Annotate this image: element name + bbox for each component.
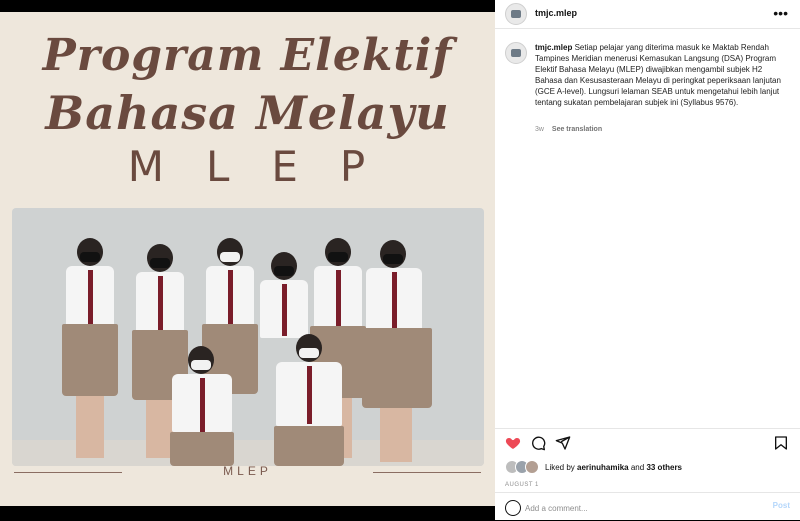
share-icon[interactable] — [554, 434, 572, 452]
post-media[interactable]: Program Elektif Bahasa Melayu MLEP MLEP — [0, 0, 495, 520]
likes-summary: Liked by aerinuhamika and 33 others — [505, 460, 682, 474]
heart-icon-svg — [505, 438, 521, 449]
caption-meta: 3w See translation — [535, 126, 602, 133]
avatar[interactable] — [505, 3, 527, 25]
emoji-icon[interactable] — [505, 500, 521, 516]
likes-text: Liked by aerinuhamika and 33 others — [545, 463, 682, 472]
likes-prefix: Liked by — [545, 462, 575, 472]
post-sidebar: tmjc.mlep ••• tmjc.mlep Setiap pelajar y… — [495, 0, 800, 520]
username[interactable]: tmjc.mlep — [535, 8, 577, 18]
poster-footer-text: MLEP — [223, 464, 272, 478]
avatar[interactable] — [505, 42, 527, 64]
poster-title-line2: Bahasa Melayu — [45, 86, 450, 140]
student-figure — [264, 334, 354, 466]
share-icon-svg — [555, 436, 571, 450]
likes-others[interactable]: 33 others — [646, 463, 682, 472]
post-header: tmjc.mlep ••• — [495, 0, 800, 29]
poster-image: Program Elektif Bahasa Melayu MLEP MLEP — [0, 12, 495, 506]
post-comment-button[interactable]: Post — [773, 501, 790, 510]
post-viewer: Program Elektif Bahasa Melayu MLEP MLEP … — [0, 0, 800, 520]
comment-icon-svg — [532, 436, 546, 451]
poster-divider-right — [373, 472, 481, 473]
liker-avatars[interactable] — [505, 460, 539, 474]
likes-and: and — [630, 462, 645, 472]
caption-body: Setiap pelajar yang diterima masuk ke Ma… — [535, 43, 781, 107]
heart-icon[interactable] — [504, 434, 522, 452]
time-ago[interactable]: 3w — [535, 126, 544, 133]
comment-bar: Post — [495, 492, 800, 521]
comment-icon[interactable] — [529, 434, 547, 452]
poster-title-line1: Program Elektif — [42, 30, 453, 81]
comment-input[interactable] — [523, 498, 737, 518]
poster-title-line3: MLEP — [127, 142, 408, 191]
post-date: AUGUST 1 — [505, 482, 539, 488]
caption-username[interactable]: tmjc.mlep — [535, 43, 572, 52]
bookmark-icon[interactable] — [772, 434, 790, 452]
post-actions — [495, 428, 800, 459]
caption-text: tmjc.mlep Setiap pelajar yang diterima m… — [535, 42, 790, 108]
bookmark-icon-svg — [775, 436, 787, 450]
see-translation-link[interactable]: See translation — [552, 126, 602, 133]
student-figure — [358, 240, 436, 466]
more-icon[interactable]: ••• — [773, 6, 788, 20]
likes-user[interactable]: aerinuhamika — [577, 463, 629, 472]
student-figure — [162, 346, 242, 466]
student-figure — [60, 238, 120, 466]
group-photo — [12, 208, 484, 466]
